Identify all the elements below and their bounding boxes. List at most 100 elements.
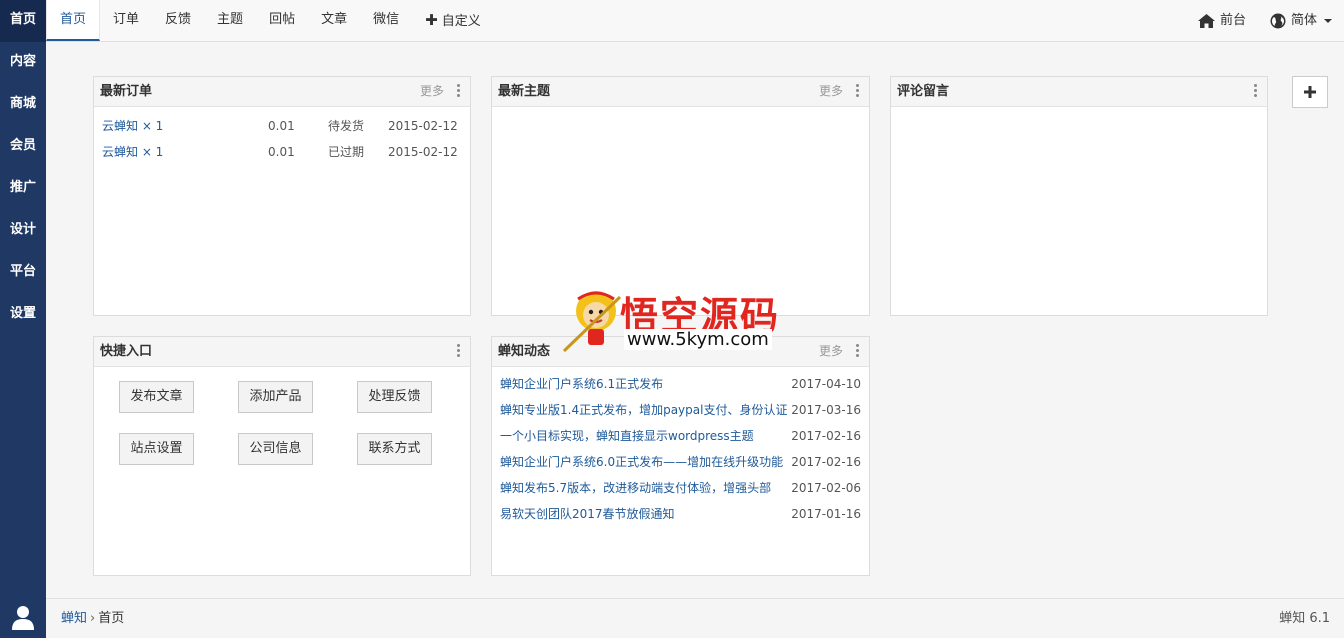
news-title[interactable]: 蝉知企业门户系统6.0正式发布——增加在线升级功能 bbox=[500, 449, 787, 475]
news-title[interactable]: 蝉知专业版1.4正式发布，增加paypal支付、身份认证 bbox=[500, 397, 787, 423]
language-dropdown[interactable]: 简体 bbox=[1258, 0, 1344, 41]
news-title[interactable]: 蝉知企业门户系统6.1正式发布 bbox=[500, 371, 787, 397]
nav-item-members[interactable]: 会员 bbox=[0, 126, 46, 168]
caret-down-icon bbox=[1324, 18, 1332, 23]
order-product[interactable]: 云蝉知 × 1 bbox=[102, 113, 268, 139]
top-right-actions: 前台 简体 bbox=[1186, 0, 1344, 41]
nav-item-shop[interactable]: 商城 bbox=[0, 84, 46, 126]
add-product-button[interactable]: 添加产品 bbox=[238, 381, 313, 413]
more-link[interactable]: 更多 bbox=[420, 77, 444, 106]
tab-custom-label: 自定义 bbox=[441, 14, 481, 29]
tab-articles[interactable]: 文章 bbox=[308, 0, 360, 41]
tab-orders[interactable]: 订单 bbox=[100, 0, 152, 41]
top-tabs: 首页 订单 反馈 主题 回帖 文章 微信 ✚ 自定义 bbox=[46, 0, 494, 41]
tab-home[interactable]: 首页 bbox=[46, 0, 101, 41]
news-item: 蝉知企业门户系统6.0正式发布——增加在线升级功能 2017-02-16 bbox=[500, 449, 861, 475]
news-item: 一个小目标实现，蝉知直接显示wordpress主题 2017-02-16 bbox=[500, 423, 861, 449]
kebab-icon[interactable] bbox=[1254, 84, 1257, 99]
order-date: 2015-02-12 bbox=[388, 145, 458, 159]
top-bar: 首页 订单 反馈 主题 回帖 文章 微信 ✚ 自定义 前台 简体 bbox=[46, 0, 1344, 42]
plus-icon bbox=[1304, 86, 1316, 98]
order-amount: 0.01 bbox=[268, 119, 295, 133]
news-title[interactable]: 易软天创团队2017春节放假通知 bbox=[500, 501, 787, 527]
order-date: 2015-02-12 bbox=[388, 119, 458, 133]
news-title[interactable]: 蝉知发布5.7版本，改进移动端支付体验，增强头部 bbox=[500, 475, 787, 501]
handle-feedback-button[interactable]: 处理反馈 bbox=[357, 381, 432, 413]
nav-item-platform[interactable]: 平台 bbox=[0, 252, 46, 294]
order-row: 云蝉知 × 1 0.01 待发货 2015-02-12 bbox=[102, 113, 462, 139]
tab-feedback[interactable]: 反馈 bbox=[152, 0, 204, 41]
orders-list: 云蝉知 × 1 0.01 待发货 2015-02-12 云蝉知 × 1 0.01… bbox=[94, 107, 470, 171]
tab-wechat[interactable]: 微信 bbox=[360, 0, 412, 41]
news-list: 蝉知企业门户系统6.1正式发布 2017-04-10 蝉知专业版1.4正式发布，… bbox=[492, 367, 869, 531]
left-nav: 首页 内容 商城 会员 推广 设计 平台 设置 bbox=[0, 0, 46, 638]
home-icon bbox=[1197, 13, 1215, 28]
nav-item-content[interactable]: 内容 bbox=[0, 42, 46, 84]
tab-threads[interactable]: 主题 bbox=[204, 0, 256, 41]
order-row: 云蝉知 × 1 0.01 已过期 2015-02-12 bbox=[102, 139, 462, 165]
plus-icon: ✚ bbox=[425, 11, 438, 29]
site-settings-button[interactable]: 站点设置 bbox=[119, 433, 194, 465]
panel-title: 评论留言 bbox=[897, 84, 950, 99]
panel-news: 蝉知动态 更多 蝉知企业门户系统6.1正式发布 2017-04-10 蝉知专业版… bbox=[491, 336, 870, 576]
news-date: 2017-04-10 bbox=[791, 377, 861, 391]
news-item: 蝉知发布5.7版本，改进移动端支付体验，增强头部 2017-02-06 bbox=[500, 475, 861, 501]
chevron-right-icon: › bbox=[90, 611, 96, 626]
add-block-button[interactable] bbox=[1292, 76, 1328, 108]
footer: 蝉知 › 首页 蝉知 6.1 bbox=[46, 598, 1344, 638]
news-date: 2017-02-16 bbox=[791, 429, 861, 443]
breadcrumb: 蝉知 › 首页 bbox=[61, 599, 124, 638]
order-status: 已过期 bbox=[328, 145, 365, 159]
version-label: 蝉知 6.1 bbox=[1279, 611, 1330, 626]
publish-article-button[interactable]: 发布文章 bbox=[119, 381, 194, 413]
tab-replies[interactable]: 回帖 bbox=[256, 0, 308, 41]
news-date: 2017-03-16 bbox=[791, 403, 861, 417]
panel-latest-orders: 最新订单 更多 云蝉知 × 1 0.01 待发货 2015-02-12 云蝉知 … bbox=[93, 76, 471, 316]
company-info-button[interactable]: 公司信息 bbox=[238, 433, 313, 465]
news-date: 2017-02-16 bbox=[791, 455, 861, 469]
monkey-logo bbox=[562, 291, 622, 353]
news-date: 2017-01-16 bbox=[791, 507, 861, 521]
news-item: 易软天创团队2017春节放假通知 2017-01-16 bbox=[500, 501, 861, 527]
user-icon[interactable] bbox=[0, 596, 46, 638]
nav-item-design[interactable]: 设计 bbox=[0, 210, 46, 252]
order-amount: 0.01 bbox=[268, 145, 295, 159]
panel-title: 最新主题 bbox=[498, 84, 551, 99]
panel-header: 快捷入口 bbox=[94, 337, 470, 367]
news-item: 蝉知企业门户系统6.1正式发布 2017-04-10 bbox=[500, 371, 861, 397]
contact-button[interactable]: 联系方式 bbox=[357, 433, 432, 465]
kebab-icon[interactable] bbox=[457, 84, 460, 99]
globe-icon bbox=[1270, 13, 1286, 28]
tab-custom[interactable]: ✚ 自定义 bbox=[412, 0, 494, 41]
more-link[interactable]: 更多 bbox=[819, 337, 843, 366]
nav-item-settings[interactable]: 设置 bbox=[0, 294, 46, 336]
nav-item-home[interactable]: 首页 bbox=[0, 0, 46, 42]
panel-header: 最新主题 更多 bbox=[492, 77, 869, 107]
breadcrumb-current: 首页 bbox=[98, 611, 125, 626]
news-title[interactable]: 一个小目标实现，蝉知直接显示wordpress主题 bbox=[500, 423, 787, 449]
kebab-icon[interactable] bbox=[856, 344, 859, 359]
order-product[interactable]: 云蝉知 × 1 bbox=[102, 139, 268, 165]
kebab-icon[interactable] bbox=[457, 344, 460, 359]
panel-quick-entry: 快捷入口 发布文章 添加产品 处理反馈 站点设置 公司信息 联系方式 bbox=[93, 336, 471, 576]
frontend-link[interactable]: 前台 bbox=[1186, 0, 1258, 41]
order-status: 待发货 bbox=[328, 119, 365, 133]
nav-item-promotion[interactable]: 推广 bbox=[0, 168, 46, 210]
watermark-url: www.5kym.com bbox=[624, 329, 772, 350]
panel-header: 最新订单 更多 bbox=[94, 77, 470, 107]
watermark: 悟空源码 www.5kym.com bbox=[562, 285, 792, 357]
kebab-icon[interactable] bbox=[856, 84, 859, 99]
panel-title: 快捷入口 bbox=[100, 344, 153, 359]
news-date: 2017-02-06 bbox=[791, 481, 861, 495]
more-link[interactable]: 更多 bbox=[819, 77, 843, 106]
language-label: 简体 bbox=[1290, 12, 1317, 28]
breadcrumb-root[interactable]: 蝉知 bbox=[61, 599, 87, 638]
panel-title: 蝉知动态 bbox=[498, 344, 551, 359]
quick-buttons: 发布文章 添加产品 处理反馈 站点设置 公司信息 联系方式 bbox=[94, 367, 470, 465]
frontend-label: 前台 bbox=[1219, 12, 1246, 28]
panel-comments: 评论留言 bbox=[890, 76, 1268, 316]
panel-latest-threads: 最新主题 更多 bbox=[491, 76, 870, 316]
panel-title: 最新订单 bbox=[100, 84, 153, 99]
news-item: 蝉知专业版1.4正式发布，增加paypal支付、身份认证 2017-03-16 bbox=[500, 397, 861, 423]
panel-header: 评论留言 bbox=[891, 77, 1267, 107]
